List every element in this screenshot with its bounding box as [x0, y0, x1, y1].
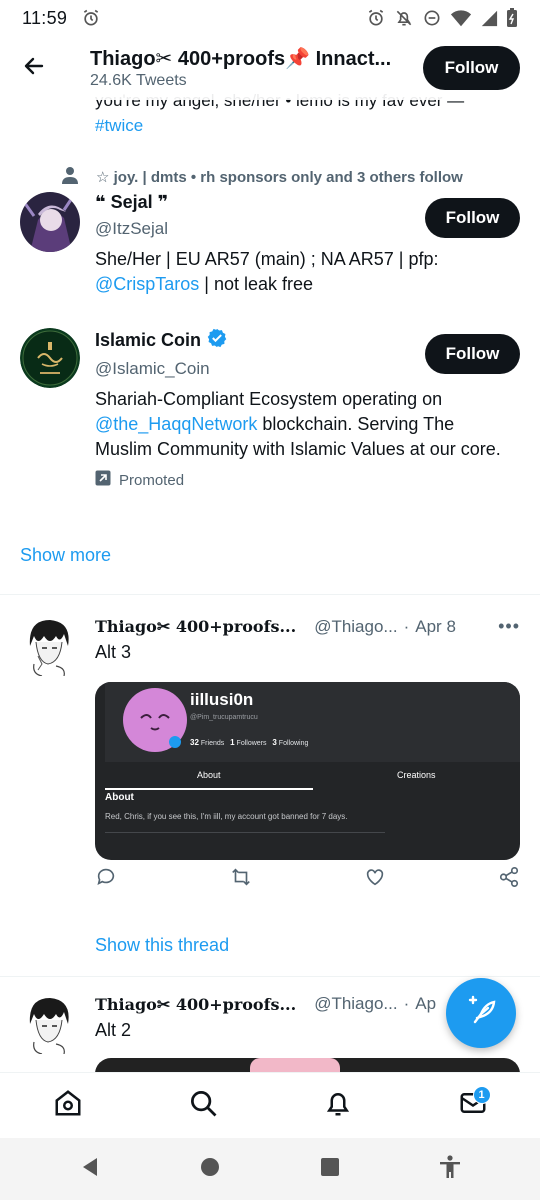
accessibility-icon[interactable]: [439, 1154, 461, 1184]
tweet-author-handle: @Thiago...: [314, 616, 398, 636]
avatar[interactable]: [20, 616, 76, 677]
system-navigation-bar: [0, 1138, 540, 1200]
show-more-link[interactable]: Show more: [20, 545, 111, 566]
card-avatar: [123, 688, 187, 752]
card-profile-sub: @Pim_trucupamtrucu: [190, 714, 258, 721]
show-thread-link[interactable]: Show this thread: [95, 935, 229, 956]
bell-off-icon: [394, 8, 414, 28]
tweet-text: Alt 3: [95, 642, 132, 662]
avatar[interactable]: [20, 328, 80, 388]
avatar[interactable]: [20, 192, 80, 252]
promoted-label: Promoted: [95, 470, 425, 490]
card-profile-name: iillusi0n: [190, 690, 254, 709]
nav-notifications[interactable]: [318, 1086, 358, 1126]
user-cell[interactable]: Islamic Coin @Islamic_Coin Shariah-Compl…: [20, 328, 520, 508]
wifi-icon: [450, 8, 472, 28]
verified-badge-icon: [207, 328, 227, 353]
nav-messages[interactable]: 1: [453, 1085, 493, 1126]
divider: [0, 976, 540, 977]
tweet-media-image[interactable]: iillusi0n @Pim_trucupamtrucu 32 Friends 1…: [95, 682, 520, 860]
system-home-icon[interactable]: [199, 1156, 221, 1183]
card-stats: 32 Friends 1 Followers 3 Following: [190, 738, 309, 747]
signal-icon: [480, 8, 498, 28]
back-button[interactable]: [2, 36, 66, 100]
nav-search[interactable]: [183, 1086, 223, 1126]
card-tab-about: About: [105, 766, 313, 790]
search-icon: [188, 1088, 218, 1123]
social-context-text[interactable]: ☆ joy. | dmts • rh sponsors only and 3 o…: [96, 168, 463, 186]
do-not-disturb-icon: [422, 8, 442, 28]
share-icon[interactable]: [498, 866, 520, 893]
tweet-author-name: Thiago✂ 400+proofs...: [95, 994, 297, 1014]
tweet-date: Apr 8: [415, 616, 456, 636]
status-time: 11:59: [22, 7, 68, 28]
tweet-date: Ap: [415, 994, 437, 1013]
user-cell[interactable]: ❝ Sejal ❞ @ItzSejal She/Her | EU AR57 (m…: [20, 192, 520, 302]
system-back-icon[interactable]: [79, 1156, 101, 1183]
user-bio: She/Her | EU AR57 (main) ; NA AR57 | pfp…: [95, 249, 439, 294]
tweet-author-name: Thiago✂ 400+proofs...: [95, 617, 297, 636]
like-icon[interactable]: [364, 866, 386, 893]
tweet-text: Alt 2: [95, 1020, 132, 1040]
home-icon: [53, 1088, 83, 1123]
user-name: ❝ Sejal ❞: [95, 192, 169, 212]
tweet-count: 24.6K Tweets: [90, 72, 187, 89]
nav-home[interactable]: [48, 1086, 88, 1126]
person-icon: [62, 166, 78, 188]
mention-link[interactable]: @CrispTaros: [95, 274, 199, 294]
promoted-icon: [95, 470, 111, 490]
status-bar: 11:59: [0, 0, 540, 36]
compose-feather-icon: [464, 994, 498, 1033]
divider: [0, 594, 540, 595]
user-bio: Shariah-Compliant Ecosystem operating on…: [95, 389, 501, 459]
compose-tweet-button[interactable]: [446, 978, 516, 1048]
reply-icon[interactable]: [95, 866, 117, 893]
more-options-icon[interactable]: •••: [498, 616, 520, 637]
alarm-icon: [366, 8, 386, 28]
tweet-actions: [95, 866, 520, 893]
social-context: ☆ joy. | dmts • rh sponsors only and 3 o…: [62, 166, 463, 188]
bell-icon: [323, 1088, 353, 1123]
alarm-icon: [81, 8, 101, 28]
mention-link[interactable]: @the_HaqqNetwork: [95, 414, 257, 434]
card-about-title: About: [105, 792, 134, 803]
user-handle: @Islamic_Coin: [95, 359, 210, 378]
card-tabs: About Creations: [105, 766, 520, 790]
card-about-text: Red, Chris, if you see this, I'm iill, m…: [105, 812, 348, 821]
tweet[interactable]: Thiago✂ 400+proofs... @Thiago... · Apr 8…: [0, 616, 540, 976]
hashtag-link[interactable]: #twice: [95, 113, 464, 138]
follow-button[interactable]: Follow: [423, 46, 520, 90]
tweet-author-handle: @Thiago...: [314, 994, 398, 1013]
arrow-left-icon: [22, 54, 46, 83]
tweet-media-image[interactable]: [95, 1058, 520, 1072]
messages-badge: 1: [472, 1085, 491, 1104]
profile-header: Thiago✂ 400+proofs📌 Innact... 24.6K Twee…: [0, 36, 540, 100]
follow-button[interactable]: Follow: [425, 334, 520, 374]
user-name: Islamic Coin: [95, 328, 425, 353]
card-tab-creations: Creations: [396, 770, 436, 780]
follow-button[interactable]: Follow: [425, 198, 520, 238]
retweet-icon[interactable]: [229, 866, 253, 893]
avatar[interactable]: [20, 994, 76, 1055]
bottom-navigation: 1: [0, 1072, 540, 1138]
user-handle: @ItzSejal: [95, 219, 169, 238]
system-recents-icon[interactable]: [319, 1156, 341, 1183]
page-title: Thiago✂ 400+proofs📌 Innact...: [90, 48, 392, 70]
battery-icon: [506, 8, 518, 28]
